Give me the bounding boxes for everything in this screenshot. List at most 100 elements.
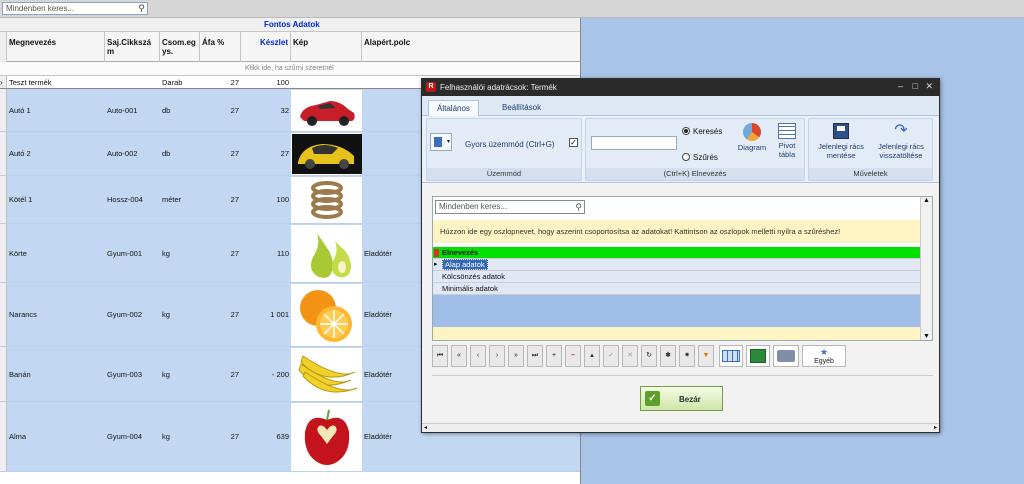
save-grid-button[interactable]: Jelenlegi rács mentése [813,123,869,160]
grid-layout-icon [434,137,442,147]
reload-grid-button[interactable]: ↷ Jelenlegi rács visszatöltése [871,122,931,161]
top-search-input[interactable]: Mindenben keres... ⚲ [2,2,148,15]
post-icon[interactable]: ✓ [603,345,619,367]
radio-filter[interactable] [682,153,690,161]
cell-stock: 32 [280,105,289,115]
row-indicator[interactable] [0,89,7,131]
reload-arrow-icon: ↷ [894,122,908,139]
cell-code: Auto-001 [107,105,138,115]
column-header-code[interactable]: Saj.Cikkszá m [105,32,160,62]
scroll-down-icon[interactable]: ▼ [923,333,930,340]
column-header-vat[interactable]: Áfa % [200,32,241,62]
append-icon[interactable]: + [546,345,562,367]
next-page-icon[interactable]: » [508,345,524,367]
column-header-unit[interactable]: Csom.eg ys. [160,32,200,62]
row-indicator[interactable] [0,224,7,282]
dialog-hscroll[interactable]: ◂ ▸ [422,423,939,432]
minimize-icon[interactable]: – [898,81,903,91]
cell-vat: 27 [230,432,239,441]
row-pointer-icon: ▸ [434,261,438,268]
column-header-stock[interactable]: Készlet [241,32,291,62]
row-indicator[interactable] [0,176,7,223]
cell-name: Teszt termék [9,77,52,87]
cell-unit: db [162,149,171,158]
other-button-label: Egyéb [814,358,834,365]
refresh-icon[interactable]: ↻ [641,345,657,367]
list-item[interactable]: Minimális adatok [433,283,920,295]
first-record-icon[interactable]: ⏮ [432,345,448,367]
reload-grid-label: Jelenlegi rács visszatöltése [878,142,924,160]
other-button[interactable]: ★ Egyéb [802,345,846,367]
close-icon[interactable]: ✕ [925,81,933,92]
cell-unit: kg [162,369,170,379]
banana-image [291,348,362,401]
filter-icon[interactable]: ▼ [698,345,714,367]
quick-mode-checkbox[interactable]: ✓ [569,138,578,147]
cell-code [105,76,160,88]
grid-band: Fontos Adatok [0,18,580,32]
group-operations-label: Műveletek [809,168,932,180]
inner-search-input[interactable]: Mindenben keres... ⚲ [435,200,585,214]
goto-bookmark-icon[interactable]: ✷ [679,345,695,367]
inner-scrollbar[interactable]: ▲ ▼ [920,197,932,340]
close-button[interactable]: ✓ Bezár [640,386,723,411]
column-header-shelf[interactable]: Alapért.polc [362,32,580,62]
tab-general[interactable]: Általános [428,100,479,116]
row-indicator[interactable] [0,402,7,471]
search-icon[interactable]: ⚲ [138,3,145,14]
search-icon[interactable]: ⚲ [575,201,582,213]
row-pointer-icon[interactable]: › [0,76,7,88]
column-header-image[interactable]: Kép [291,32,362,62]
cancel-icon[interactable]: ✕ [622,345,638,367]
scroll-right-icon[interactable]: ▸ [934,424,937,431]
print-icon[interactable] [773,345,799,367]
group-naming-label: (Ctrl+K) Elnevezés [586,168,804,180]
scroll-left-icon[interactable]: ◂ [424,424,427,431]
save-icon [833,123,849,139]
cell-name: Autó 2 [9,149,31,158]
scroll-up-icon[interactable]: ▲ [923,197,930,204]
bookmark-icon[interactable]: ✱ [660,345,676,367]
last-record-icon[interactable]: ⏭ [527,345,543,367]
cell-vat: 27 [230,149,239,158]
edit-icon[interactable]: ▴ [584,345,600,367]
ribbon: ▾ Gyors üzemmód (Ctrl+G) ✓ Üzemmód Keres… [422,116,939,183]
delete-icon[interactable]: – [565,345,581,367]
export-excel-icon[interactable] [746,345,770,367]
cell-name: Alma [9,432,27,441]
cell-stock: 27 [280,149,289,158]
cell-stock: 100 [276,77,289,87]
grid-view-icon[interactable] [719,345,743,367]
orange-image [291,284,362,346]
row-indicator[interactable] [0,347,7,401]
list-header[interactable]: Elnevezés [433,247,920,259]
cell-code: Gyum-003 [107,369,143,379]
list-item[interactable]: ▸ Alap adatok [433,259,920,271]
maximize-icon[interactable]: □ [913,81,918,91]
row-indicator[interactable] [0,283,7,346]
save-grid-label: Jelenlegi rács mentése [818,142,864,160]
dialog-tabs: Általános Beállítások [422,96,939,116]
prev-page-icon[interactable]: « [451,345,467,367]
radio-search-label: Keresés [693,127,723,136]
radio-search[interactable] [682,127,690,135]
cell-unit: kg [162,310,170,319]
layout-dropdown[interactable]: ▾ [430,133,452,151]
pie-chart-icon [743,123,761,141]
list-item[interactable]: Kölcsönzés adatok [433,271,920,283]
row-indicator[interactable] [0,132,7,175]
prev-record-icon[interactable]: ‹ [470,345,486,367]
naming-input[interactable] [591,136,677,150]
cell-unit: db [162,105,171,115]
diagram-button[interactable]: Diagram [734,123,770,152]
filter-hint: Klikk ide, ha szűrni szeretnél [245,65,334,72]
list-item-label: Alap adatok [442,259,488,270]
column-chooser-icon[interactable] [434,249,439,257]
rope-image [291,177,362,223]
pivot-button[interactable]: Pivot tábla [772,123,802,159]
tab-settings[interactable]: Beállítások [494,100,549,116]
filter-row[interactable]: Klikk ide, ha szűrni szeretnél [0,62,580,76]
next-record-icon[interactable]: › [489,345,505,367]
cell-stock: 639 [276,432,289,441]
column-header-name[interactable]: Megnevezés [7,32,105,62]
